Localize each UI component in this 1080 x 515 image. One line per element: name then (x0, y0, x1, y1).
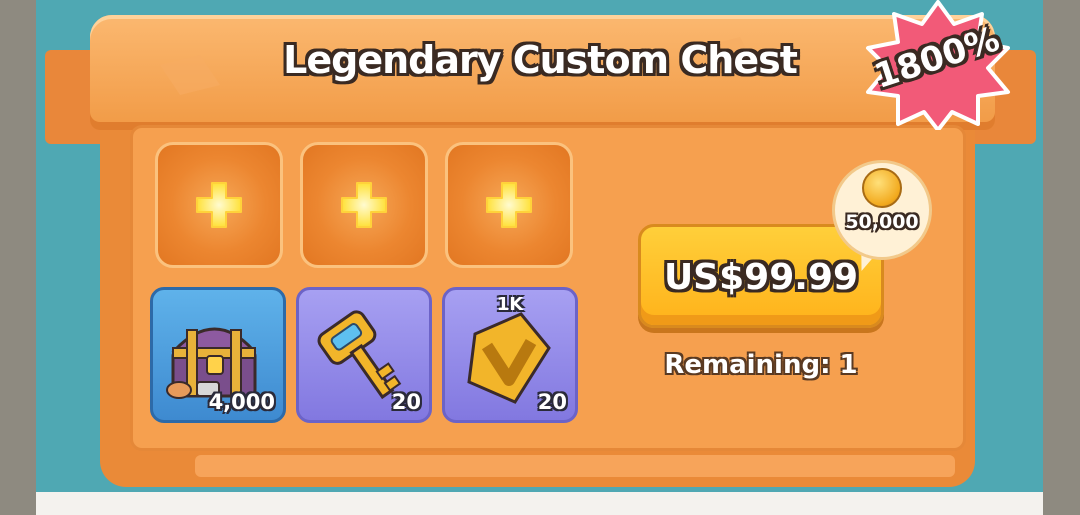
custom-slot-2[interactable] (300, 142, 428, 268)
remaining-label: Remaining: 1 (664, 350, 858, 380)
price-label: US$99.99 (663, 257, 859, 298)
plus-icon (486, 182, 532, 228)
plus-icon (196, 182, 242, 228)
bonus-amount: 50,000 (845, 211, 919, 233)
reward-item-key[interactable]: 20 (296, 287, 432, 423)
reward-item-chest[interactable]: 4,000 (150, 287, 286, 423)
plus-icon (341, 182, 387, 228)
item-count: 4,000 (208, 390, 275, 414)
panel-bottom-bar (195, 455, 955, 477)
reward-item-shield[interactable]: 1K 20 (442, 287, 578, 423)
gold-coin-icon (862, 168, 902, 208)
bottom-strip (36, 492, 1043, 515)
custom-slot-3[interactable] (445, 142, 573, 268)
item-count: 20 (537, 390, 567, 414)
item-count: 20 (391, 390, 421, 414)
custom-slot-1[interactable] (155, 142, 283, 268)
